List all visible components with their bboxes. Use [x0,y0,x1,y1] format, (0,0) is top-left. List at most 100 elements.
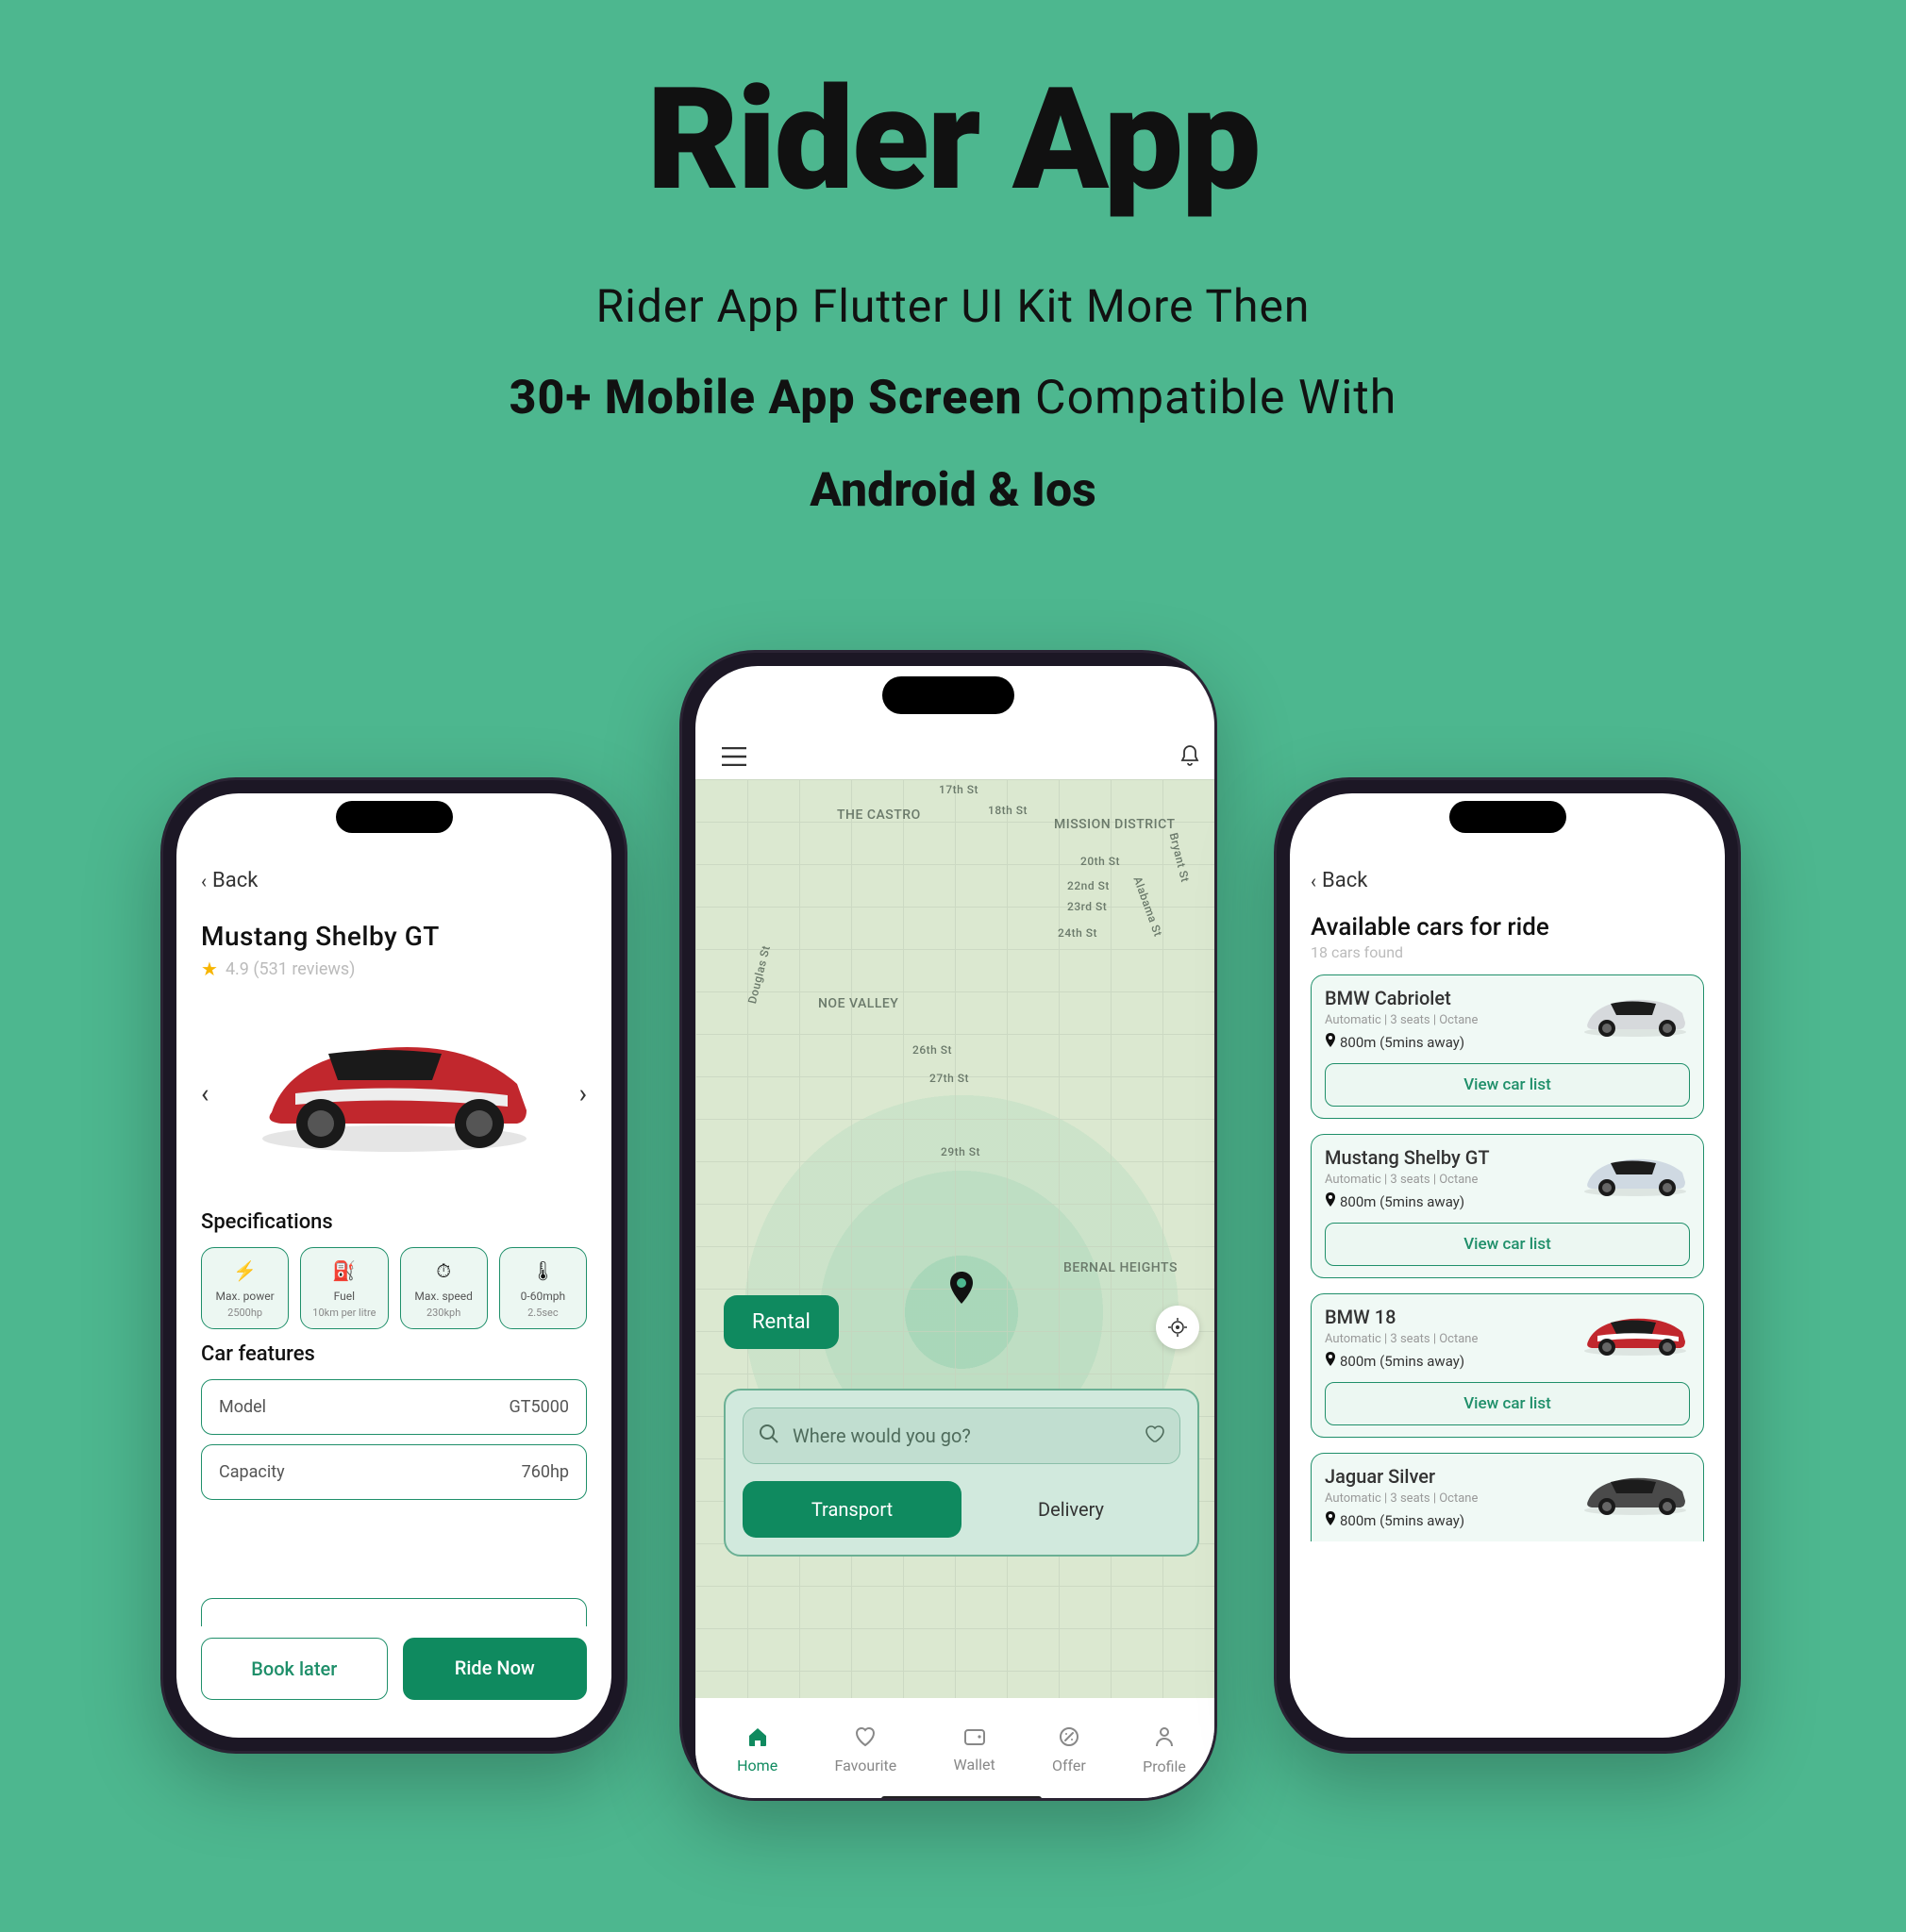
pin-icon [1325,1352,1336,1371]
view-car-list-button[interactable]: View car list [1325,1063,1690,1107]
feature-name: Model [219,1397,266,1417]
street-label: 22nd St [1067,879,1110,892]
phone-right: ‹ Back Available cars for ride 18 cars f… [1274,777,1741,1754]
book-later-button[interactable]: Book later [201,1638,388,1700]
hero-line-3: Android & Ios [0,463,1906,518]
car-thumb [1579,1465,1692,1518]
hero-line-2: 30+ Mobile App Screen Compatible With [0,371,1906,425]
rating-text: 4.9 (531 reviews) [226,959,356,979]
spec-icon: ⏱ [405,1259,483,1282]
back-button[interactable]: ‹ Back [1311,869,1704,892]
back-button[interactable]: ‹ Back [201,869,587,892]
spec-label: Max. speed [405,1290,483,1303]
spec-card: ⏱ Max. speed 230kph [400,1247,488,1329]
ride-now-button[interactable]: Ride Now [403,1638,588,1700]
map-label: THE CASTRO [837,808,921,823]
spec-value: 2500hp [206,1307,284,1319]
street-label: 26th St [912,1043,952,1057]
profile-icon [1154,1725,1175,1752]
nav-favourite[interactable]: Favourite [834,1726,896,1774]
cars-found: 18 cars found [1311,943,1704,961]
spec-card: ⛽ Fuel 10km per litre [300,1247,388,1329]
search-icon [759,1424,779,1448]
feature-row: Model GT5000 [201,1379,587,1435]
pin-icon [1325,1511,1336,1530]
back-label: Back [1322,869,1367,892]
carousel-prev[interactable]: ‹ [201,1078,209,1109]
back-label: Back [212,869,258,892]
toggle-delivery[interactable]: Delivery [961,1481,1180,1538]
offer-icon [1059,1726,1079,1751]
feature-value: GT5000 [510,1397,569,1417]
nav-wallet[interactable]: Wallet [954,1727,995,1774]
specifications-header: Specifications [201,1210,587,1234]
nav-label: Offer [1052,1757,1086,1774]
pin-icon [1325,1033,1336,1052]
car-thumb [1579,1306,1692,1358]
map-pin-icon [948,1272,975,1312]
spec-value: 230kph [405,1307,483,1319]
star-icon: ★ [201,958,218,980]
spec-card: ⚡ Max. power 2500hp [201,1247,289,1329]
hero-line-2-rest: Compatible With [1023,371,1397,425]
menu-icon[interactable] [722,741,746,773]
phone-center: THE CASTRO MISSION DISTRICT NOE VALLEY B… [679,650,1217,1801]
street-label: 24th St [1058,926,1097,940]
search-placeholder: Where would you go? [793,1424,1144,1447]
car-title: Mustang Shelby GT [201,921,587,952]
spec-value: 10km per litre [305,1307,383,1319]
features-header: Car features [201,1342,587,1366]
rating: ★ 4.9 (531 reviews) [201,958,587,980]
spec-label: 0-60mph [504,1290,582,1303]
spec-icon: ⛽ [305,1259,383,1282]
bell-icon[interactable] [1179,743,1201,772]
map-label: BERNAL HEIGHTS [1063,1260,1178,1275]
rental-button[interactable]: Rental [724,1295,839,1349]
street-label: Alabama St [1130,874,1164,939]
car-card[interactable]: Mustang Shelby GT Automatic | 3 seats | … [1311,1134,1704,1278]
car-thumb [1579,987,1692,1040]
street-label: 20th St [1080,855,1120,868]
spec-label: Max. power [206,1290,284,1303]
car-image [243,1008,545,1159]
street-label: 27th St [929,1072,969,1085]
nav-label: Profile [1143,1757,1186,1775]
map[interactable]: THE CASTRO MISSION DISTRICT NOE VALLEY B… [695,779,1217,1698]
search-panel: Where would you go? Transport Delivery [724,1389,1199,1557]
chevron-left-icon: ‹ [201,870,207,892]
spec-label: Fuel [305,1290,383,1303]
nav-home[interactable]: Home [737,1726,777,1774]
available-title: Available cars for ride [1311,913,1704,941]
car-card[interactable]: BMW Cabriolet Automatic | 3 seats | Octa… [1311,974,1704,1119]
view-car-list-button[interactable]: View car list [1325,1223,1690,1266]
carousel-next[interactable]: › [579,1078,587,1109]
street-label: Douglas St [745,944,773,1006]
wallet-icon [963,1727,986,1750]
search-input[interactable]: Where would you go? [743,1407,1180,1464]
hero-line-2-bold: 30+ Mobile App Screen [510,371,1023,425]
bottom-nav: Home Favourite Wallet Offer Profile [695,1698,1217,1801]
heart-icon [854,1726,877,1751]
street-label: 17th St [939,783,978,796]
locate-button[interactable] [1156,1306,1199,1349]
phone-left: ‹ Back Mustang Shelby GT ★ 4.9 (531 revi… [160,777,627,1754]
street-label: 18th St [988,804,1028,817]
chevron-left-icon: ‹ [1311,870,1316,892]
map-label: NOE VALLEY [818,996,898,1011]
view-car-list-button[interactable]: View car list [1325,1382,1690,1425]
page-title: Rider App [0,57,1906,223]
nav-profile[interactable]: Profile [1143,1725,1186,1775]
toggle-transport[interactable]: Transport [743,1481,961,1538]
car-card[interactable]: BMW 18 Automatic | 3 seats | Octane 800m… [1311,1293,1704,1438]
heart-icon[interactable] [1144,1424,1164,1447]
spec-card: 🌡 0-60mph 2.5sec [499,1247,587,1329]
car-card[interactable]: Jaguar Silver Automatic | 3 seats | Octa… [1311,1453,1704,1541]
home-icon [746,1726,769,1751]
hero-line-1: Rider App Flutter UI Kit More Then [0,279,1906,333]
feature-value: 760hp [522,1462,569,1482]
nav-offer[interactable]: Offer [1052,1726,1086,1774]
home-indicator [881,1796,1042,1801]
nav-label: Home [737,1757,777,1774]
feature-name: Capacity [219,1462,285,1482]
street-label: 29th St [941,1145,980,1158]
